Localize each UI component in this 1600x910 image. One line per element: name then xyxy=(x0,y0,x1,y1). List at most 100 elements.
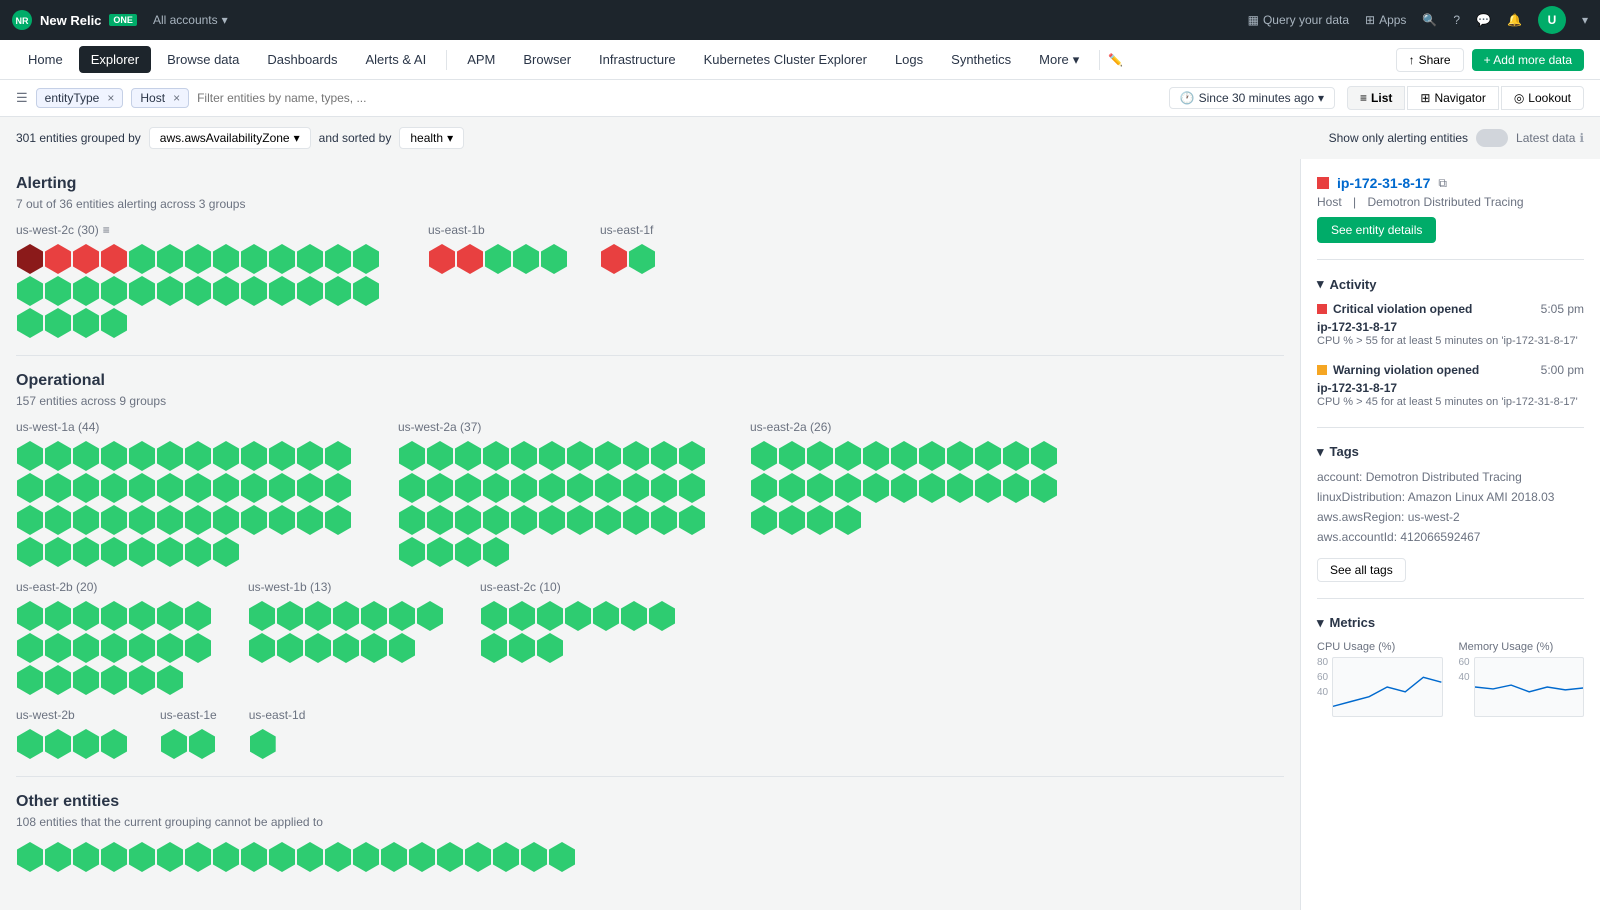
hex-cell[interactable] xyxy=(891,473,917,503)
hex-cell[interactable] xyxy=(427,473,453,503)
hex-cell[interactable] xyxy=(429,244,455,274)
hex-cell[interactable] xyxy=(297,244,323,274)
hex-cell[interactable] xyxy=(101,665,127,695)
hex-cell[interactable] xyxy=(975,473,1001,503)
nav-infrastructure[interactable]: Infrastructure xyxy=(587,46,688,73)
hex-cell[interactable] xyxy=(129,473,155,503)
hex-cell[interactable] xyxy=(417,601,443,631)
hex-cell[interactable] xyxy=(483,537,509,567)
hex-cell[interactable] xyxy=(427,441,453,471)
hex-cell[interactable] xyxy=(297,473,323,503)
hex-cell[interactable] xyxy=(511,505,537,535)
hex-cell[interactable] xyxy=(651,441,677,471)
hex-cell[interactable] xyxy=(241,441,267,471)
hex-cell[interactable] xyxy=(361,633,387,663)
hex-cell[interactable] xyxy=(381,842,407,872)
hex-cell[interactable] xyxy=(537,633,563,663)
hex-cell[interactable] xyxy=(73,473,99,503)
hex-cell[interactable] xyxy=(601,244,627,274)
hex-cell[interactable] xyxy=(101,633,127,663)
hex-cell[interactable] xyxy=(751,441,777,471)
hex-cell[interactable] xyxy=(250,729,276,759)
hex-cell[interactable] xyxy=(455,441,481,471)
hex-cell[interactable] xyxy=(509,633,535,663)
hex-cell[interactable] xyxy=(45,441,71,471)
hex-cell[interactable] xyxy=(73,601,99,631)
hex-cell[interactable] xyxy=(17,729,43,759)
hex-cell[interactable] xyxy=(45,244,71,274)
hex-cell[interactable] xyxy=(101,308,127,338)
hex-cell[interactable] xyxy=(45,537,71,567)
hex-cell[interactable] xyxy=(269,505,295,535)
hex-cell[interactable] xyxy=(779,505,805,535)
hex-cell[interactable] xyxy=(249,633,275,663)
filter-icon[interactable]: ☰ xyxy=(16,90,28,106)
hex-cell[interactable] xyxy=(213,441,239,471)
hex-cell[interactable] xyxy=(305,633,331,663)
hex-cell[interactable] xyxy=(45,601,71,631)
apps-button[interactable]: ⊞ Apps xyxy=(1365,13,1406,27)
hex-cell[interactable] xyxy=(73,537,99,567)
hex-cell[interactable] xyxy=(649,601,675,631)
hex-cell[interactable] xyxy=(353,244,379,274)
hex-cell[interactable] xyxy=(213,842,239,872)
hex-cell[interactable] xyxy=(595,441,621,471)
hex-cell[interactable] xyxy=(241,842,267,872)
hex-cell[interactable] xyxy=(399,537,425,567)
nav-home[interactable]: Home xyxy=(16,46,75,73)
nav-more[interactable]: More ▾ xyxy=(1027,46,1091,74)
hex-cell[interactable] xyxy=(919,441,945,471)
hex-cell[interactable] xyxy=(17,665,43,695)
hex-cell[interactable] xyxy=(455,537,481,567)
hex-cell[interactable] xyxy=(325,244,351,274)
see-all-tags-button[interactable]: See all tags xyxy=(1317,558,1406,582)
hex-cell[interactable] xyxy=(623,473,649,503)
hex-cell[interactable] xyxy=(45,633,71,663)
hex-cell[interactable] xyxy=(409,842,435,872)
hex-cell[interactable] xyxy=(185,537,211,567)
hex-cell[interactable] xyxy=(277,601,303,631)
hex-cell[interactable] xyxy=(17,276,43,306)
hex-cell[interactable] xyxy=(975,441,1001,471)
accounts-selector[interactable]: All accounts ▾ xyxy=(153,13,228,27)
hex-cell[interactable] xyxy=(539,505,565,535)
lookout-view-button[interactable]: ◎ Lookout xyxy=(1501,86,1584,110)
hex-cell[interactable] xyxy=(305,601,331,631)
hex-cell[interactable] xyxy=(101,601,127,631)
hex-cell[interactable] xyxy=(513,244,539,274)
entity-name[interactable]: ip-172-31-8-17 xyxy=(1337,175,1430,191)
hex-cell[interactable] xyxy=(807,505,833,535)
hex-cell[interactable] xyxy=(101,505,127,535)
hex-cell[interactable] xyxy=(807,441,833,471)
hex-cell[interactable] xyxy=(185,505,211,535)
hex-cell[interactable] xyxy=(353,276,379,306)
hex-cell[interactable] xyxy=(835,441,861,471)
group-by-dropdown[interactable]: aws.awsAvailabilityZone ▾ xyxy=(149,127,311,149)
hex-cell[interactable] xyxy=(863,473,889,503)
hex-cell[interactable] xyxy=(1031,473,1057,503)
hex-cell[interactable] xyxy=(565,601,591,631)
hex-cell[interactable] xyxy=(779,441,805,471)
hex-cell[interactable] xyxy=(751,473,777,503)
sort-by-dropdown[interactable]: health ▾ xyxy=(399,127,464,149)
hex-cell[interactable] xyxy=(101,473,127,503)
hex-cell[interactable] xyxy=(157,601,183,631)
hex-cell[interactable] xyxy=(481,601,507,631)
hex-cell[interactable] xyxy=(269,441,295,471)
hex-cell[interactable] xyxy=(189,729,215,759)
hex-cell[interactable] xyxy=(73,505,99,535)
nav-kubernetes[interactable]: Kubernetes Cluster Explorer xyxy=(692,46,879,73)
hex-cell[interactable] xyxy=(835,505,861,535)
hex-cell[interactable] xyxy=(241,244,267,274)
nav-explorer[interactable]: Explorer xyxy=(79,46,151,73)
hex-cell[interactable] xyxy=(73,308,99,338)
hex-cell[interactable] xyxy=(129,537,155,567)
hex-cell[interactable] xyxy=(297,276,323,306)
search-button[interactable]: 🔍 xyxy=(1422,13,1437,27)
hex-cell[interactable] xyxy=(493,842,519,872)
nav-alerts[interactable]: Alerts & AI xyxy=(353,46,438,73)
hex-cell[interactable] xyxy=(511,473,537,503)
hex-cell[interactable] xyxy=(509,601,535,631)
hex-cell[interactable] xyxy=(539,473,565,503)
help-button[interactable]: ? xyxy=(1453,13,1460,27)
